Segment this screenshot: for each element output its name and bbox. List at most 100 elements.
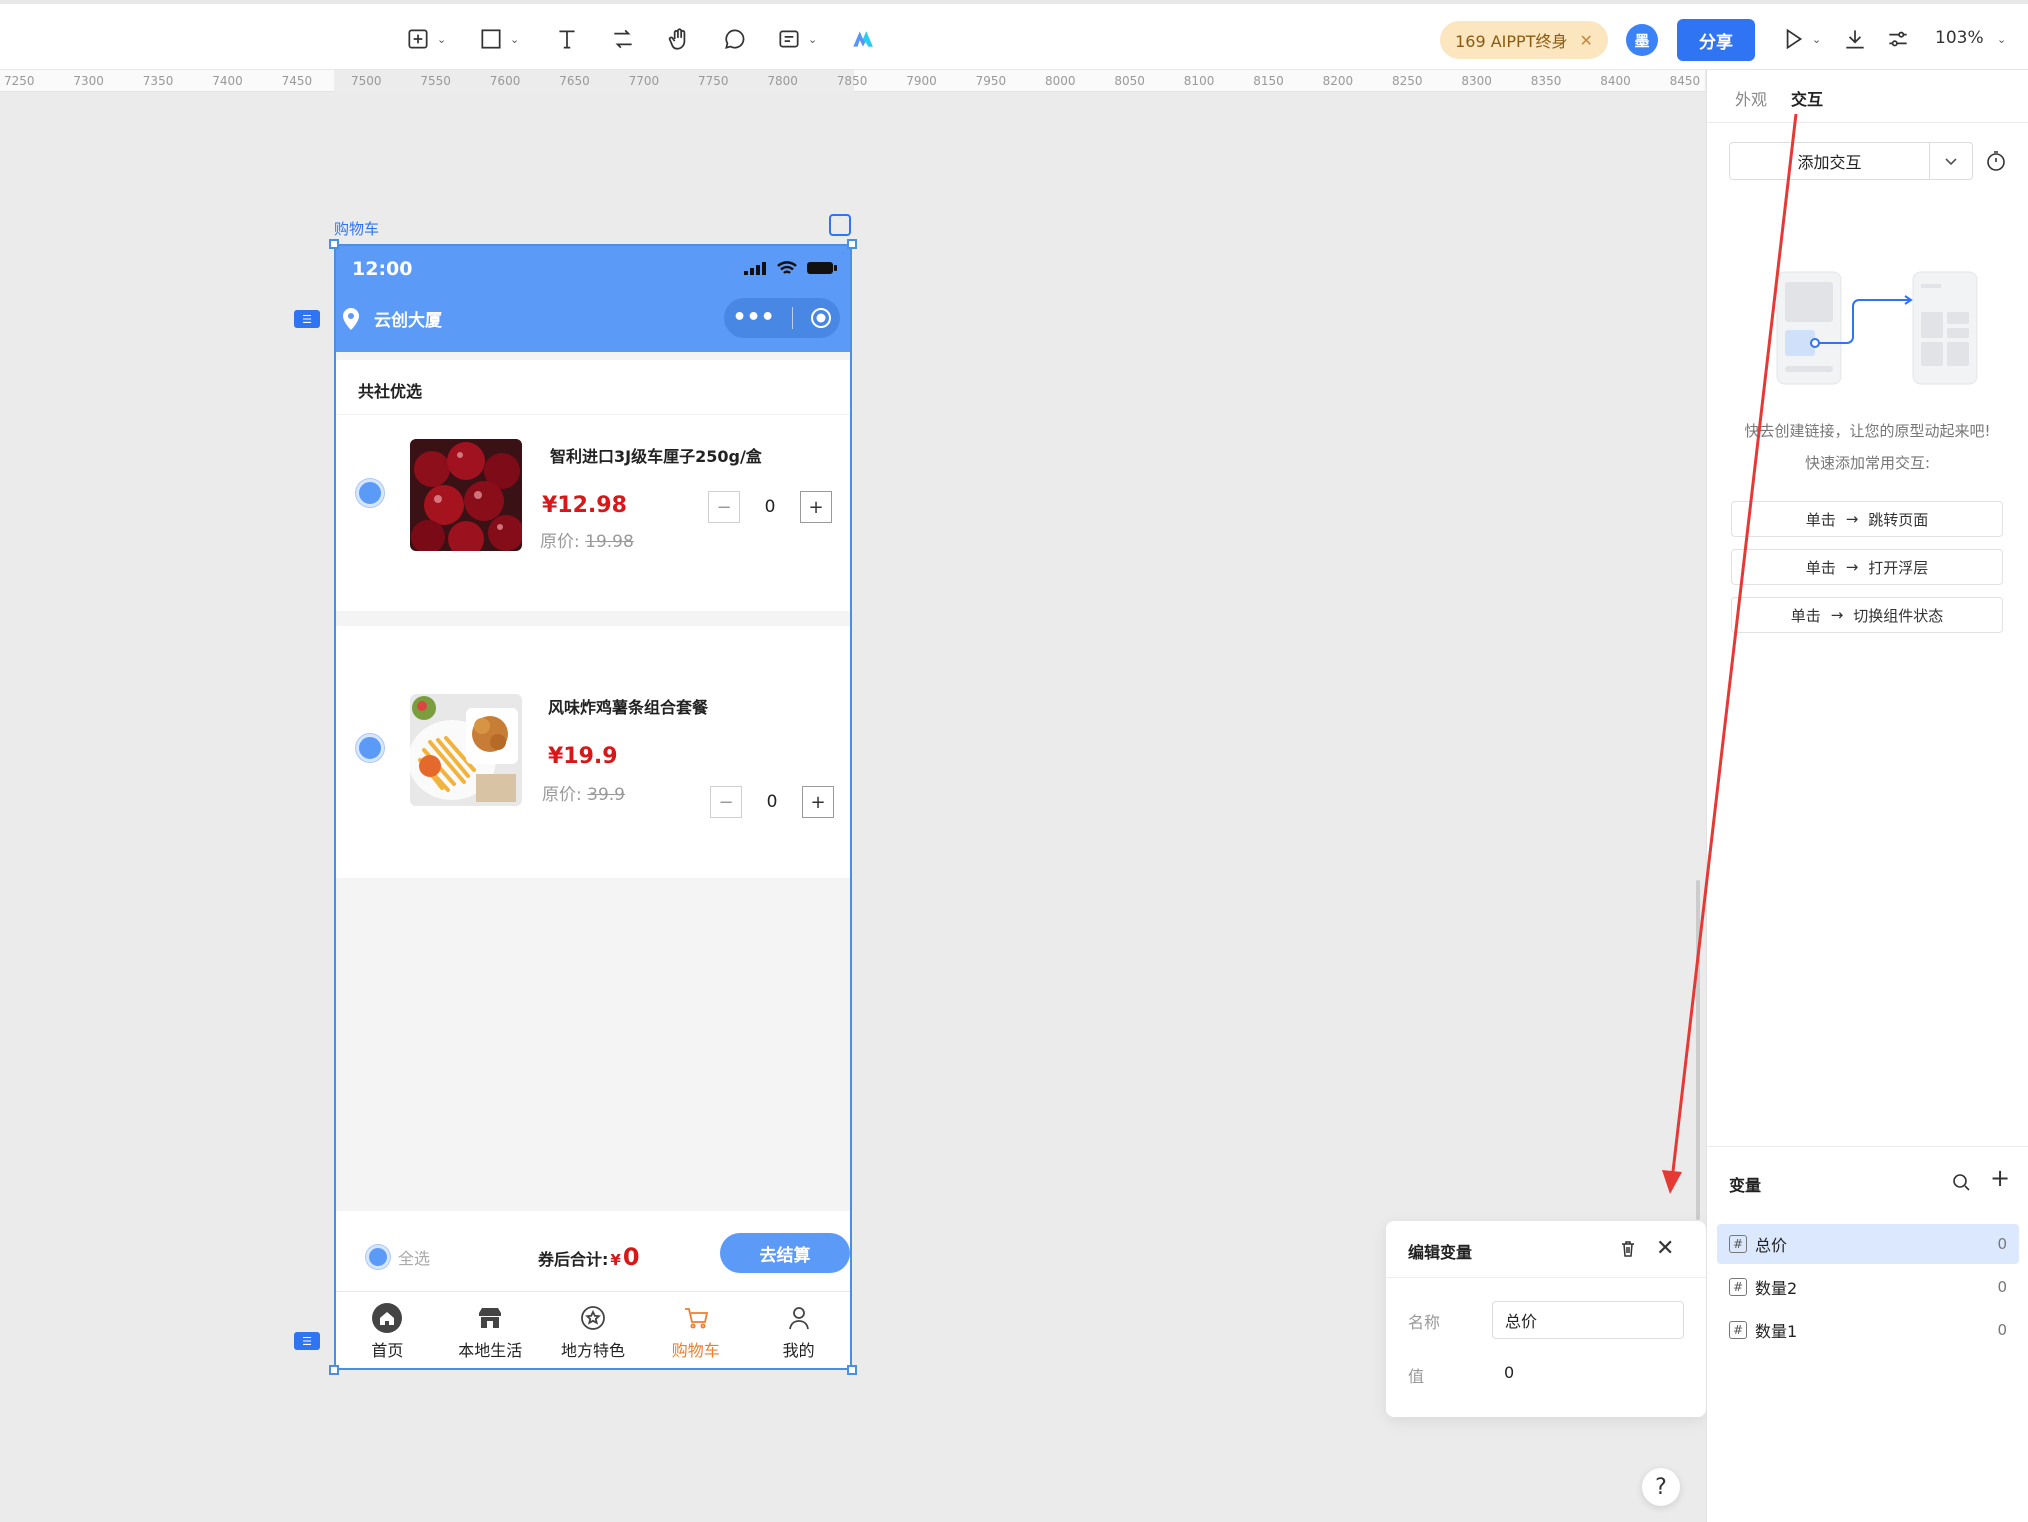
resize-handle[interactable] [847, 239, 857, 249]
tab-local-life[interactable]: 本地生活 [439, 1292, 542, 1368]
location-selector[interactable]: 云创大厦 [342, 306, 442, 331]
variable-row[interactable]: # 数量2 0 [1717, 1267, 2019, 1307]
signal-icon [744, 262, 766, 275]
tab-cart[interactable]: 购物车 [644, 1292, 747, 1368]
play-icon [1786, 28, 1803, 50]
hash-icon: # [1729, 1278, 1747, 1296]
add-variable-icon[interactable]: + [1990, 1164, 2010, 1192]
original-price-value: 19.98 [585, 532, 634, 552]
action-label: 跳转页面 [1868, 510, 1929, 529]
ruler-tick-label: 7450 [281, 74, 313, 88]
close-icon[interactable]: ✕ [1579, 31, 1592, 50]
ruler-tick-label: 8050 [1114, 74, 1145, 88]
promo-badge[interactable]: 169 AIPPT终身 ✕ [1440, 21, 1608, 59]
timer-icon[interactable] [1985, 150, 2007, 172]
add-frame-tool[interactable]: ⌄ [405, 22, 446, 56]
variable-row[interactable]: # 数量1 0 [1717, 1310, 2019, 1350]
ruler-tick-label: 7850 [836, 74, 868, 88]
tab-local-specialty[interactable]: 地方特色 [542, 1292, 645, 1368]
product-name: 智利进口3J级车厘子250g/盒 [550, 447, 762, 466]
increase-button[interactable]: + [802, 786, 834, 818]
ai-tool[interactable] [850, 22, 876, 56]
add-interaction-label[interactable]: 添加交互 [1730, 143, 1930, 179]
decrease-button[interactable]: − [708, 491, 740, 523]
variable-name-input[interactable]: 总价 [1492, 1301, 1684, 1339]
search-icon[interactable] [1951, 1172, 1971, 1192]
item-checkbox[interactable] [356, 734, 384, 762]
home-icon [372, 1303, 403, 1333]
tab-interaction[interactable]: 交互 [1791, 86, 1823, 110]
phone-frame[interactable]: 12:00 云创大厦 ••• 共社优选 智利进口3J级车厘子250g/盒 ¥12… [334, 244, 852, 1370]
settings-button[interactable] [1885, 22, 1911, 56]
divider [1386, 1277, 1706, 1278]
trigger-label: 单击 [1805, 558, 1836, 577]
download-button[interactable] [1842, 22, 1868, 56]
zoom-select[interactable]: 103% ⌄ [1935, 28, 2006, 48]
ruler-tick-label: 7700 [628, 74, 660, 88]
variable-name: 总价 [1755, 1236, 1788, 1255]
frame-play-icon[interactable] [829, 214, 851, 236]
help-button[interactable]: ? [1642, 1468, 1680, 1506]
tab-mine[interactable]: 我的 [747, 1292, 850, 1368]
variable-row[interactable]: # 总价 0 [1717, 1224, 2019, 1264]
hand-tool[interactable] [666, 22, 692, 56]
phone-header: 12:00 云创大厦 ••• [336, 246, 850, 352]
resize-handle[interactable] [847, 1365, 857, 1375]
canvas-scrollbar[interactable] [1696, 880, 1700, 1220]
shape-tool[interactable]: ⌄ [478, 22, 519, 56]
target-close-icon[interactable] [810, 307, 832, 329]
quantity-value: 0 [764, 497, 776, 517]
variables-title: 变量 [1729, 1176, 1762, 1195]
avatar[interactable]: 墨 [1626, 24, 1658, 56]
chevron-down-icon: ⌄ [1997, 33, 2007, 46]
ruler-tick-label: 7300 [73, 74, 104, 88]
product-name: 风味炸鸡薯条组合套餐 [548, 698, 709, 717]
promo-text: 169 AIPPT终身 [1455, 32, 1568, 51]
product-image-cherries [410, 439, 522, 551]
decrease-button[interactable]: − [710, 786, 742, 818]
item-checkbox[interactable] [356, 479, 384, 507]
resize-handle[interactable] [329, 239, 339, 249]
resize-handle[interactable] [329, 1365, 339, 1375]
quick-interaction-jump-page[interactable]: 单击 → 跳转页面 [1731, 501, 2003, 537]
chevron-down-icon: ⌄ [437, 32, 447, 46]
ruler-tick-label: 8350 [1530, 74, 1562, 88]
quantity-stepper: − 0 + [708, 491, 832, 523]
frame-label[interactable]: 购物车 [334, 218, 379, 239]
quick-interaction-open-overlay[interactable]: 单击 → 打开浮层 [1731, 549, 2003, 585]
tab-home[interactable]: 首页 [336, 1292, 439, 1368]
select-all-toggle[interactable]: 全选 [366, 1245, 430, 1269]
ai-logo-icon [853, 31, 873, 47]
hash-icon: # [1729, 1235, 1747, 1253]
trash-icon[interactable] [1618, 1239, 1638, 1259]
total-currency: ¥ [610, 1251, 621, 1269]
connector-tool[interactable] [610, 22, 636, 56]
tab-appearance[interactable]: 外观 [1735, 86, 1767, 110]
checkout-button[interactable]: 去结算 [720, 1233, 850, 1273]
increase-button[interactable]: + [800, 491, 832, 523]
quick-interaction-toggle-state[interactable]: 单击 → 切换组件状态 [1731, 597, 2003, 633]
chevron-down-icon[interactable] [1930, 143, 1972, 179]
store-icon [479, 1308, 502, 1328]
chevron-down-icon: ⌄ [1812, 32, 1822, 46]
comment-tool[interactable] [722, 22, 748, 56]
close-icon[interactable]: ✕ [1656, 1236, 1674, 1261]
status-icons [744, 260, 838, 276]
annotation-flag-icon[interactable]: ☰ [294, 310, 320, 328]
variable-value: 0 [1997, 1278, 2007, 1296]
original-price-value: 39.9 [587, 785, 625, 805]
annotation-flag-icon[interactable]: ☰ [294, 1332, 320, 1350]
note-tool[interactable]: ⌄ [776, 22, 817, 56]
ruler-tick-label: 8150 [1253, 74, 1284, 88]
preview-button[interactable]: ⌄ [1780, 22, 1821, 56]
ruler-tick-label: 7750 [698, 74, 729, 88]
share-button[interactable]: 分享 [1677, 19, 1755, 61]
cart-item: 智利进口3J级车厘子250g/盒 ¥12.98 原价: 19.98 − 0 + [336, 415, 850, 611]
variable-value[interactable]: 0 [1504, 1363, 1514, 1382]
select-all-checkbox[interactable] [366, 1245, 390, 1269]
add-interaction-button[interactable]: 添加交互 [1729, 142, 1973, 180]
ruler-tick-label: 8000 [1045, 74, 1076, 88]
more-dots-icon[interactable]: ••• [732, 307, 774, 329]
text-tool[interactable] [554, 22, 580, 56]
tab-label: 地方特色 [560, 1341, 625, 1360]
